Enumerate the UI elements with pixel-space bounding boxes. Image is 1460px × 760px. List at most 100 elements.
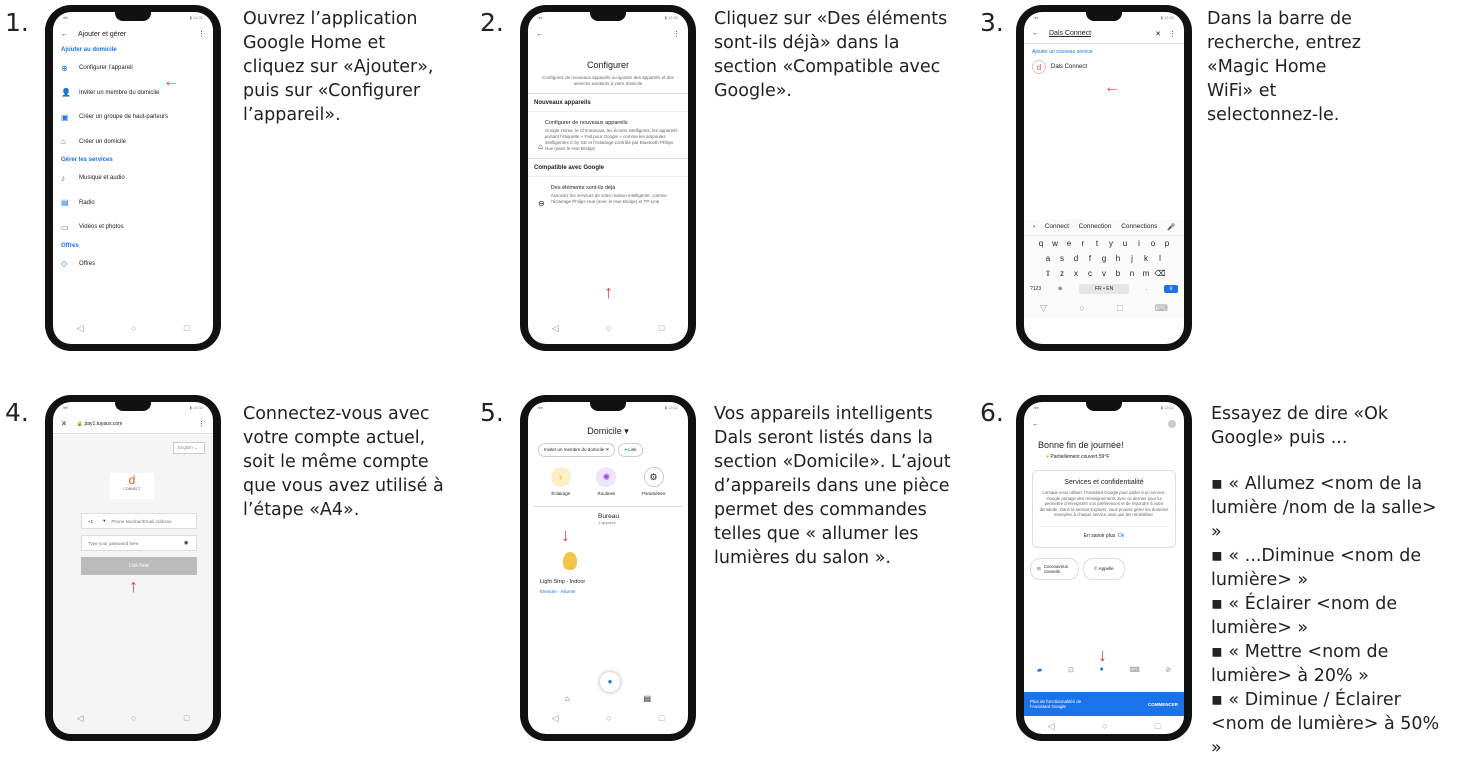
shift-icon[interactable]: ⇧ [1041,269,1055,278]
key[interactable]: u [1118,239,1132,248]
globe-icon[interactable]: ⊕ [1058,286,1062,292]
nav-back-icon[interactable]: ◁ [552,713,559,724]
key[interactable]: g [1097,254,1111,263]
numbers-key[interactable]: ?123 [1030,286,1041,292]
assistant-mic-button[interactable]: ● [600,672,620,692]
key[interactable]: y [1104,239,1118,248]
home-tab-icon[interactable]: ⌂ [565,694,570,703]
result-dals-connect[interactable]: d Dals Connect [1024,58,1184,76]
chevron-right-icon[interactable]: › [1033,223,1035,231]
back-icon[interactable]: ← [1032,30,1039,37]
avatar[interactable] [1168,420,1176,428]
keyboard-icon[interactable]: ⌨ [1129,666,1139,674]
nav-home-icon[interactable]: ○ [1079,303,1084,314]
password-field[interactable]: ◉ [81,535,197,551]
suggestion-2[interactable]: Connection [1079,223,1112,231]
key[interactable]: d [1069,254,1083,263]
nav-home-icon[interactable]: ○ [606,713,611,724]
mic-icon[interactable]: ● [1100,666,1104,674]
ok-button[interactable]: Ok [1118,533,1124,539]
eye-icon[interactable]: ◉ [184,540,188,546]
search-input[interactable]: Dals Connect [1049,30,1155,37]
key[interactable]: i [1132,239,1146,248]
menu-offers[interactable]: ◇ Offres [53,252,213,277]
nav-recents-icon[interactable]: □ [1117,303,1122,314]
settings-action[interactable]: ⚙ Paramètres [642,467,665,496]
key[interactable]: v [1097,269,1111,278]
search-icon[interactable]: ⚲ [1164,285,1178,293]
more-icon[interactable]: ⋮ [198,30,205,38]
nav-recents-icon[interactable]: □ [659,323,664,334]
key[interactable]: l [1153,254,1167,263]
link-now-button[interactable]: Link Now [81,557,197,575]
language-select[interactable]: English ⌄ [173,442,205,454]
space-key[interactable]: FR • EN [1079,284,1130,294]
coronavirus-chip[interactable]: ⊞ Coronavirus conseils [1030,557,1079,580]
already-set-up-row[interactable]: ⊖ Des éléments sont-ils déjà Associez les… [528,177,688,214]
key[interactable]: t [1090,239,1104,248]
home-title-dropdown[interactable]: Domicile ▾ [528,426,688,437]
backspace-icon[interactable]: ⌫ [1153,269,1167,278]
key[interactable]: b [1111,269,1125,278]
key[interactable]: h [1111,254,1125,263]
back-icon[interactable]: ← [536,31,543,38]
nav-home-icon[interactable]: ○ [131,713,136,724]
key[interactable]: x [1069,269,1083,278]
nav-hide-icon[interactable]: ▽ [1040,303,1047,314]
close-icon[interactable]: ✕ [1155,30,1161,38]
nav-home-icon[interactable]: ○ [606,323,611,334]
lighting-action[interactable]: ♀ Éclairage [550,467,571,496]
key[interactable]: w [1048,239,1062,248]
key[interactable]: j [1125,254,1139,263]
feed-tab-icon[interactable]: ▤ [644,694,652,703]
back-icon[interactable]: ← [61,31,68,38]
key[interactable]: p [1160,239,1174,248]
country-code-select[interactable]: +1 [82,519,103,524]
back-icon[interactable]: ← [1032,421,1039,428]
key[interactable]: c [1083,269,1097,278]
compass-icon[interactable]: ⊘ [1165,666,1171,674]
turn-off-link[interactable]: Éteindre [540,589,557,594]
period-key[interactable]: . [1146,286,1147,292]
phone-field[interactable]: +1 ▾ [81,513,197,529]
key[interactable]: a [1041,254,1055,263]
start-button[interactable]: COMMENCER [1148,702,1178,707]
nav-recents-icon[interactable]: □ [184,713,189,724]
key[interactable]: e [1062,239,1076,248]
nav-home-icon[interactable]: ○ [131,323,136,334]
key[interactable]: m [1139,269,1153,278]
lens-icon[interactable]: ⊡ [1068,666,1074,674]
nav-back-icon[interactable]: ◁ [77,323,84,334]
menu-videos-photos[interactable]: ▭ Vidéos et photos [53,215,213,240]
key[interactable]: n [1125,269,1139,278]
learn-more-link[interactable]: En savoir plus [1084,533,1115,539]
menu-configure-device[interactable]: ⊕ Configurer l’appareil [53,56,213,81]
more-icon[interactable]: ⋮ [1169,30,1176,38]
more-icon[interactable]: ⋮ [673,30,680,38]
menu-create-speaker-group[interactable]: ▣ Créer un groupe de haut-parleurs [53,105,213,130]
key[interactable]: o [1146,239,1160,248]
nav-back-icon[interactable]: ◁ [1048,721,1055,732]
nav-home-icon[interactable]: ○ [1102,721,1107,732]
nav-recents-icon[interactable]: □ [184,323,189,334]
phone-email-input[interactable] [111,518,186,524]
key[interactable]: k [1139,254,1153,263]
key[interactable]: s [1055,254,1069,263]
nav-back-icon[interactable]: ◁ [77,713,84,724]
turn-on-link[interactable]: Allumer [561,589,576,594]
suggestion-1[interactable]: Connect [1045,223,1069,231]
close-icon[interactable]: ✕ [61,420,67,428]
menu-radio[interactable]: ▤ Radio [53,191,213,216]
routines-action[interactable]: ✺ Routines [596,467,617,496]
nav-recents-icon[interactable]: □ [659,713,664,724]
light-bulb-icon[interactable] [563,552,577,570]
call-chip[interactable]: ✆ Appelle [1082,557,1125,580]
link-chip[interactable]: ● Link [618,443,643,457]
invite-member-chip[interactable]: Inviter un membre du domicile ✕ [538,443,616,457]
password-input[interactable] [88,540,184,546]
menu-invite-member[interactable]: 👤 Inviter un membre du domicile [53,81,213,106]
suggestion-3[interactable]: Connections [1121,223,1157,231]
mic-icon[interactable]: 🎤 [1167,223,1175,231]
key[interactable]: f [1083,254,1097,263]
menu-create-home[interactable]: ⌂ Créer un domicile [53,130,213,155]
